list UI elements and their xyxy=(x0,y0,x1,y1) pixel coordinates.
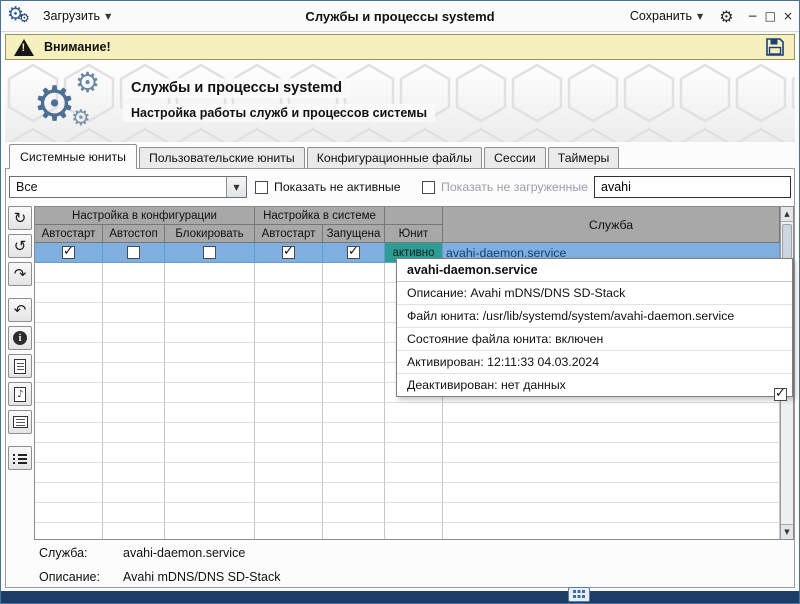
redo-button[interactable]: ↷ xyxy=(8,262,32,286)
banner-title: Службы и процессы systemd xyxy=(123,78,350,98)
table-row-empty xyxy=(35,523,780,540)
undo-button[interactable]: ↶ xyxy=(8,298,32,322)
column-header-autostop: Автостоп xyxy=(103,225,165,243)
row-select-checkbox[interactable] xyxy=(774,388,787,401)
close-button[interactable]: × xyxy=(783,10,793,22)
autostart-config-checkbox[interactable] xyxy=(62,246,75,259)
maximize-button[interactable]: □ xyxy=(765,10,776,22)
journal-button[interactable] xyxy=(8,382,32,406)
reload-icon: ↺ xyxy=(14,239,27,254)
running-checkbox[interactable] xyxy=(347,246,360,259)
group-header-empty xyxy=(385,207,443,225)
tooltip-unit-file: Файл юнита: /usr/lib/systemd/system/avah… xyxy=(397,305,792,328)
side-toolbar: ↻ ↺ ↷ ↶ i xyxy=(8,206,34,470)
table-header: Настройка в конфигурации Настройка в сис… xyxy=(35,207,780,243)
refresh-icon: ↻ xyxy=(14,211,27,226)
warning-triangle-icon xyxy=(14,39,34,56)
save-button[interactable]: Сохранить ▼ xyxy=(624,6,709,26)
scroll-down-button[interactable]: ▼ xyxy=(781,524,793,539)
tab-sessions[interactable]: Сессии xyxy=(484,147,546,168)
detail-service-value: avahi-daemon.service xyxy=(123,546,245,560)
info-icon: i xyxy=(13,331,27,345)
column-header-autostart-config: Автостарт xyxy=(35,225,103,243)
redo-icon: ↷ xyxy=(14,267,27,282)
autostop-checkbox[interactable] xyxy=(127,246,140,259)
refresh-button[interactable]: ↻ xyxy=(8,206,32,230)
detail-description-value: Avahi mDNS/DNS SD-Stack xyxy=(123,570,280,584)
block-checkbox[interactable] xyxy=(203,246,216,259)
banner-subtitle: Настройка работы служб и процессов систе… xyxy=(123,104,435,122)
column-header-autostart-system: Автостарт xyxy=(255,225,323,243)
detail-service-label: Служба: xyxy=(39,546,123,560)
tooltip-deactivated: Деактивирован: нет данных xyxy=(397,374,792,396)
floppy-icon xyxy=(765,37,785,57)
show-unloaded-checkbox[interactable] xyxy=(422,181,435,194)
group-header-config: Настройка в конфигурации xyxy=(35,207,255,225)
table-row-empty xyxy=(35,463,780,483)
list-icon xyxy=(13,453,27,464)
log-button[interactable] xyxy=(8,410,32,434)
column-header-running: Запущена xyxy=(323,225,385,243)
titlebar: ⚙⚙ Загрузить ▼ Службы и процессы systemd… xyxy=(1,1,799,32)
unit-file-icon xyxy=(14,359,26,374)
unit-file-button[interactable] xyxy=(8,354,32,378)
tab-bar: Системные юниты Пользовательские юниты К… xyxy=(9,144,621,168)
save-button-label: Сохранить xyxy=(630,9,692,23)
detail-description-label: Описание: xyxy=(39,570,123,584)
show-unloaded-label: Показать не загруженные xyxy=(441,180,588,194)
show-inactive-label: Показать не активные xyxy=(274,180,401,194)
tooltip-title: avahi-daemon.service xyxy=(397,259,792,282)
chevron-down-icon: ▼ xyxy=(233,183,239,192)
tab-timers[interactable]: Таймеры xyxy=(548,147,620,168)
table-row-empty xyxy=(35,483,780,503)
details-panel: Служба: avahi-daemon.service Описание: A… xyxy=(39,546,280,594)
tab-config-files[interactable]: Конфигурационные файлы xyxy=(307,147,482,168)
warning-label: Внимание! xyxy=(44,40,111,54)
log-icon xyxy=(13,416,28,428)
column-header-unit: Юнит xyxy=(385,225,443,243)
tab-user-units[interactable]: Пользовательские юниты xyxy=(139,147,305,168)
minimize-button[interactable]: − xyxy=(748,10,758,22)
unit-filter-combobox[interactable]: Все ▼ xyxy=(9,176,247,198)
banner-gears-icon: ⚙ ⚙ ⚙ xyxy=(29,66,125,142)
reload-button[interactable]: ↺ xyxy=(8,234,32,258)
undo-icon: ↶ xyxy=(14,303,27,318)
column-header-block: Блокировать xyxy=(165,225,255,243)
autostart-system-checkbox[interactable] xyxy=(282,246,295,259)
table-row-empty xyxy=(35,423,780,443)
save-changes-button[interactable] xyxy=(764,36,786,58)
journal-icon xyxy=(14,387,26,402)
combobox-value: Все xyxy=(10,180,226,194)
list-button[interactable] xyxy=(8,446,32,470)
group-header-system: Настройка в системе xyxy=(255,207,385,225)
window-title: Службы и процессы systemd xyxy=(305,9,494,24)
warning-bar: Внимание! xyxy=(5,34,795,60)
search-input[interactable] xyxy=(594,176,791,198)
info-button[interactable]: i xyxy=(8,326,32,350)
tooltip-file-state: Состояние файла юнита: включен xyxy=(397,328,792,351)
app-window: ⚙⚙ Загрузить ▼ Службы и процессы systemd… xyxy=(0,0,800,604)
app-gears-icon: ⚙⚙ xyxy=(7,5,31,27)
combobox-dropdown-button[interactable]: ▼ xyxy=(226,177,246,197)
table-row-empty xyxy=(35,503,780,523)
tooltip-description: Описание: Avahi mDNS/DNS SD-Stack xyxy=(397,282,792,305)
bottom-panel-button[interactable] xyxy=(568,587,590,602)
table-row-empty xyxy=(35,443,780,463)
banner: ⚙ ⚙ ⚙ Службы и процессы systemd Настройк… xyxy=(5,62,795,142)
scroll-up-button[interactable]: ▲ xyxy=(781,207,793,222)
table-row-empty xyxy=(35,403,780,423)
tab-system-units[interactable]: Системные юниты xyxy=(9,144,137,169)
column-header-service: Служба xyxy=(443,207,780,243)
panel-grid-icon xyxy=(573,590,585,599)
show-inactive-checkbox[interactable] xyxy=(255,181,268,194)
settings-gear-icon[interactable]: ⚙ xyxy=(719,7,733,26)
tooltip-activated: Активирован: 12:11:33 04.03.2024 xyxy=(397,351,792,374)
chevron-down-icon: ▼ xyxy=(697,12,703,21)
unit-tooltip: avahi-daemon.service Описание: Avahi mDN… xyxy=(396,258,793,397)
